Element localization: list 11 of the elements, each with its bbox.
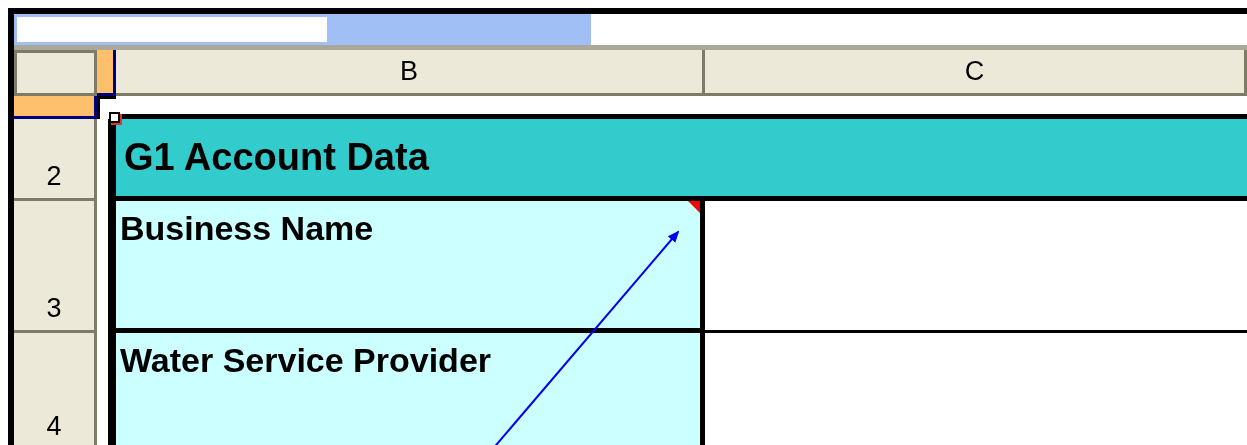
column-header[interactable]: B	[116, 50, 705, 96]
fill-handle[interactable]	[109, 112, 120, 123]
row-header[interactable]: 3	[14, 201, 97, 333]
field-label: Water Service Provider	[116, 333, 705, 445]
row-header[interactable]	[14, 96, 97, 119]
row-header[interactable]: 2	[14, 119, 97, 201]
field-label: Business Name	[116, 201, 705, 333]
row-header[interactable]: 4	[14, 333, 97, 445]
column-header[interactable]	[97, 50, 116, 96]
section-title: G1 Account Data	[116, 119, 1247, 201]
column-header[interactable]: C	[705, 50, 1247, 96]
